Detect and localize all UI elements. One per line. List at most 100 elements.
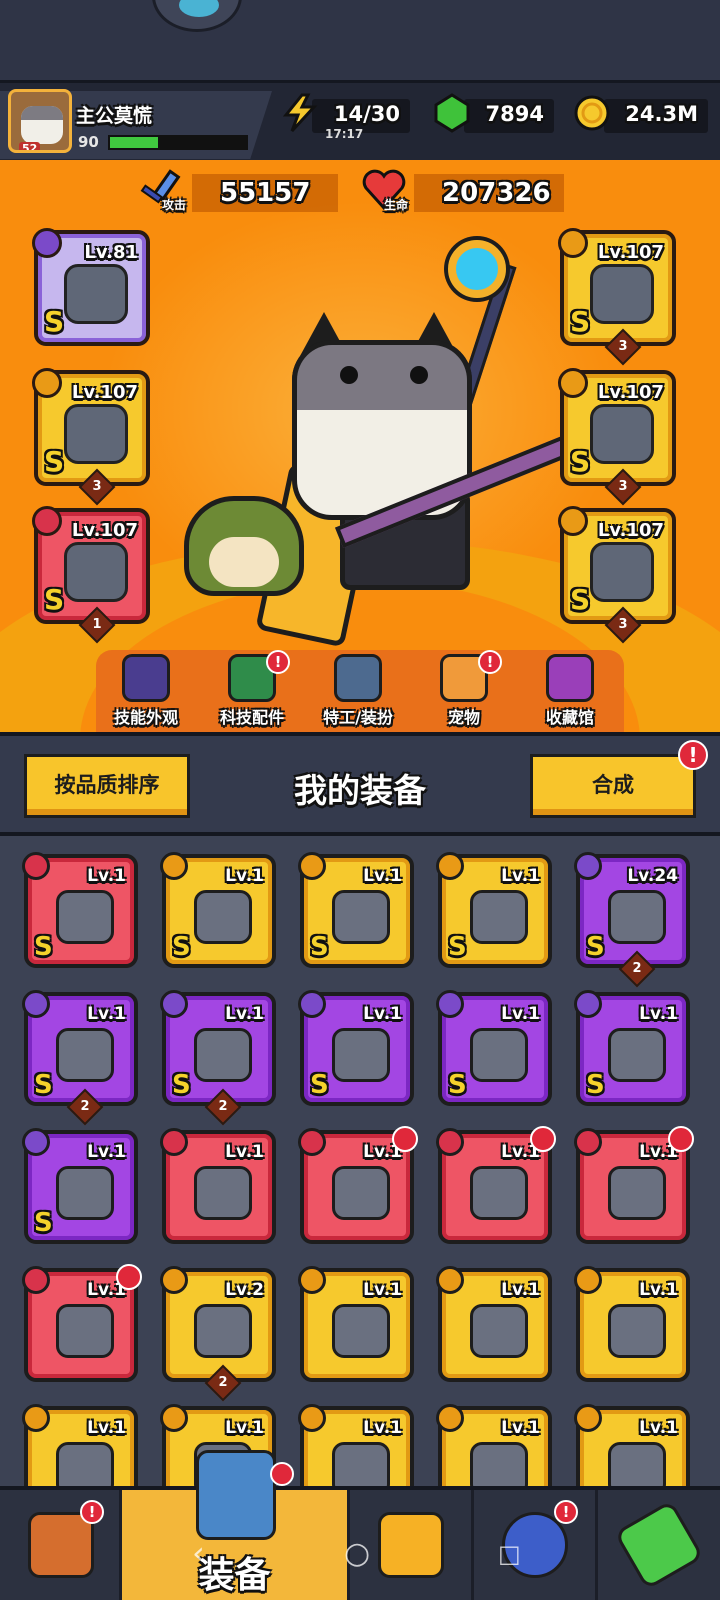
equipped-slot-left-2[interactable]: Lv.107 S 3 <box>32 368 150 506</box>
item-art-icon <box>608 1442 666 1486</box>
xp-bar <box>108 135 248 150</box>
inventory-item[interactable]: Lv.1 <box>298 1266 414 1382</box>
player-avatar[interactable]: 52 <box>8 89 72 153</box>
equipped-slot-left-3[interactable]: Lv.107 S 1 <box>32 506 150 644</box>
star-count: 2 <box>80 1099 90 1114</box>
star-count-badge: 2 <box>618 950 656 988</box>
inventory-item[interactable]: Lv.1 <box>436 1404 552 1486</box>
item-grade: S <box>34 932 53 962</box>
item-new-badge <box>116 1264 142 1290</box>
item-type-icon <box>160 1266 188 1294</box>
inventory-item[interactable]: Lv.1 <box>574 1266 690 1382</box>
inventory-item[interactable]: Lv.1 <box>436 1266 552 1382</box>
inventory-item[interactable]: Lv.1 S <box>22 1128 138 1244</box>
item-art-icon <box>194 1304 252 1358</box>
inventory-item[interactable]: Lv.1 S 2 <box>22 990 138 1126</box>
inventory-item[interactable]: Lv.1 S <box>436 990 552 1106</box>
header-bar: 52 主公莫慌 90 14/30 17:17 7894 24.3M <box>0 80 720 215</box>
quick-menu-skill-skin[interactable]: 技能外观 <box>96 654 196 728</box>
energy-timer: 17:17 <box>325 127 364 141</box>
item-art-icon <box>194 1028 252 1082</box>
quick-menu-tech-parts[interactable]: 科技配件! <box>202 650 302 728</box>
coin-counter[interactable]: 24.3M <box>574 95 708 133</box>
inventory-item[interactable]: Lv.1 <box>574 1126 694 1244</box>
equipped-slot-right-3[interactable]: Lv.107 S 3 <box>558 506 676 644</box>
slot-level: Lv.81 <box>84 242 138 263</box>
top-avatar-icon <box>152 0 242 32</box>
inventory-item[interactable]: Lv.1 <box>22 1264 142 1382</box>
inventory-item[interactable]: Lv.24 S 2 <box>574 852 690 988</box>
merge-button[interactable]: 合成 <box>530 754 696 818</box>
item-art-icon <box>194 890 252 944</box>
item-grade: S <box>586 1070 605 1100</box>
item-level: Lv.2 <box>225 1280 264 1300</box>
item-art-icon <box>332 1028 390 1082</box>
inventory-item[interactable]: Lv.1 S <box>160 852 276 968</box>
section-title: 我的装备 <box>294 771 426 810</box>
inventory-item[interactable]: Lv.1 S <box>574 990 690 1106</box>
equipped-slot-right-1[interactable]: Lv.107 S 3 <box>558 228 676 366</box>
inventory-grid: Lv.1 S Lv.1 S Lv.1 S Lv.1 S Lv.24 S 2 Lv.1 S 2 Lv.1 S 2 L… <box>0 836 720 1486</box>
slot-type-icon <box>32 228 62 258</box>
item-level: Lv.1 <box>363 1418 402 1438</box>
inventory-item[interactable]: Lv.1 S <box>298 990 414 1106</box>
item-type-icon <box>574 1404 602 1432</box>
inventory-item[interactable]: Lv.1 S <box>298 852 414 968</box>
attack-stat: 攻击 55157 <box>140 169 338 212</box>
equipment-title-bar: 按品质排序 我的装备 合成 ! <box>0 732 720 836</box>
equipment-icon <box>196 1450 276 1540</box>
quick-menu-label: 技能外观 <box>113 708 178 727</box>
item-art-icon <box>470 1304 528 1358</box>
star-count-badge: 2 <box>66 1088 104 1126</box>
item-type-icon <box>22 1266 50 1294</box>
slot-type-icon <box>558 368 588 398</box>
sort-by-quality-button[interactable]: 按品质排序 <box>24 754 190 818</box>
nav-shop[interactable]: ! <box>0 1490 122 1600</box>
item-level: Lv.1 <box>87 866 126 886</box>
item-grade: S <box>172 932 191 962</box>
item-art-icon <box>470 890 528 944</box>
shop-icon <box>28 1512 94 1578</box>
item-grade: S <box>310 932 329 962</box>
nav-egg[interactable]: ! <box>474 1490 598 1600</box>
quick-menu-pet[interactable]: 宠物! <box>414 650 514 728</box>
gem-counter[interactable]: 7894 <box>434 93 554 133</box>
equipped-slot-left-1[interactable]: Lv.81 S <box>32 228 150 346</box>
item-grade: S <box>448 932 467 962</box>
hp-value: 207326 <box>442 178 551 208</box>
inventory-item[interactable]: Lv.1 <box>160 1128 276 1244</box>
star-count: 3 <box>618 479 628 494</box>
item-new-badge <box>668 1126 694 1152</box>
star-count-badge: 2 <box>204 1088 242 1126</box>
item-type-icon <box>436 1404 464 1432</box>
inventory-item[interactable]: Lv.1 <box>298 1404 414 1486</box>
attack-label: 攻击 <box>162 198 187 212</box>
top-strip <box>0 0 720 80</box>
inventory-item[interactable]: Lv.1 S <box>436 852 552 968</box>
equipped-slot-right-2[interactable]: Lv.107 S 3 <box>558 368 676 506</box>
star-count: 3 <box>618 339 628 354</box>
item-art-icon <box>56 1442 114 1486</box>
equipment-art-icon <box>590 542 654 602</box>
inventory-item[interactable]: Lv.1 <box>436 1126 556 1244</box>
nav-lab[interactable] <box>598 1490 720 1600</box>
inventory-item[interactable]: Lv.1 S <box>22 852 138 968</box>
item-type-icon <box>160 852 188 880</box>
inventory-item[interactable]: Lv.1 <box>298 1126 418 1244</box>
nav-equipment[interactable]: 装备 <box>122 1450 350 1600</box>
quick-menu-badge: ! <box>266 650 290 674</box>
inventory-item[interactable]: Lv.2 2 <box>160 1266 276 1402</box>
cat-eye-right <box>410 366 428 384</box>
inventory-item[interactable]: Lv.1 S 2 <box>160 990 276 1126</box>
quick-menu-collection[interactable]: 收藏馆 <box>520 654 620 728</box>
inventory-item[interactable]: Lv.1 <box>574 1404 690 1486</box>
inventory-item[interactable]: Lv.1 <box>22 1404 138 1486</box>
quick-menu-agent-outfit[interactable]: 特工/装扮 <box>308 654 408 728</box>
slot-grade: S <box>44 305 65 338</box>
slot-level: Lv.107 <box>597 520 664 541</box>
item-level: Lv.1 <box>225 866 264 886</box>
nav-battle[interactable] <box>350 1490 474 1600</box>
item-type-icon <box>298 1128 326 1156</box>
item-type-icon <box>298 852 326 880</box>
dna-capsule-icon <box>613 1499 705 1591</box>
